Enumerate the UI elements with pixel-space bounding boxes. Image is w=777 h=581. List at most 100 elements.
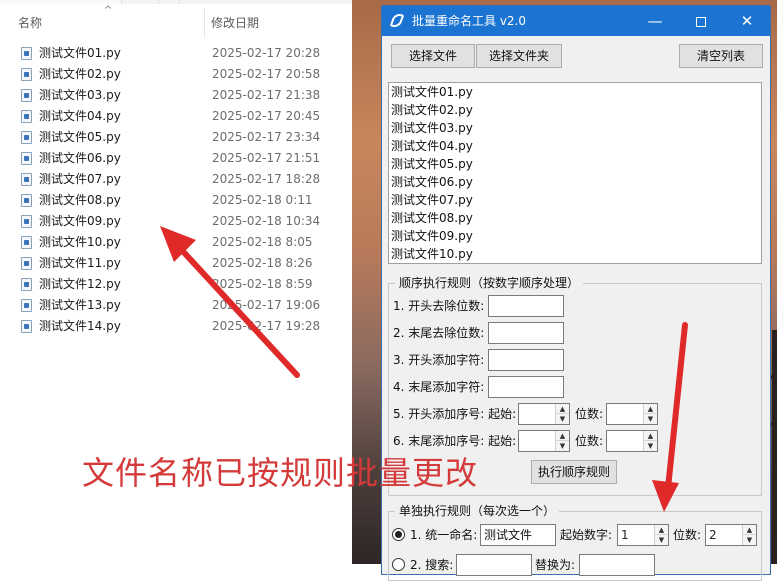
spin-up-icon[interactable]: ▲ [655,525,668,535]
spin-arrows[interactable]: ▲ ▼ [555,404,569,424]
column-header-date[interactable]: 修改日期 [211,8,351,38]
spin-down-icon[interactable]: ▼ [556,441,569,451]
python-file-icon [21,320,32,333]
prefix-seq-start-spinbox[interactable]: ▲ ▼ [518,403,570,425]
feather-app-icon [389,11,405,30]
execute-sequential-button[interactable]: 执行顺序规则 [531,460,617,484]
search-input[interactable] [456,554,532,576]
spin-down-icon[interactable]: ▼ [644,441,657,451]
maximize-button[interactable] [678,6,724,36]
column-divider[interactable] [204,8,205,38]
digits-label: 位数: [575,434,604,448]
list-item[interactable]: 测试文件05.py [389,155,761,173]
file-name: 测试文件14.py [39,319,121,333]
single-rules-group: 单独执行规则（每次选一个） 1. 统一命名: 测试文件 起始数字: 1 ▲ ▼ 位… [388,503,762,581]
python-file-icon [21,89,32,102]
python-file-icon [21,257,32,270]
file-row[interactable]: 测试文件03.py 2025-02-17 21:38 [0,85,352,106]
suffix-seq-start-spinbox[interactable]: ▲ ▼ [518,430,570,452]
spin-arrows[interactable]: ▲ ▼ [742,525,756,545]
list-item[interactable]: 测试文件09.py [389,227,761,245]
list-item[interactable]: 测试文件10.py [389,245,761,263]
file-row[interactable]: 测试文件05.py 2025-02-17 23:34 [0,127,352,148]
spin-arrows[interactable]: ▲ ▼ [555,431,569,451]
python-file-icon [21,173,32,186]
start-number-spinbox[interactable]: 1 ▲ ▼ [617,524,669,546]
list-item[interactable]: 测试文件06.py [389,173,761,191]
file-row[interactable]: 测试文件07.py 2025-02-17 18:28 [0,169,352,190]
file-row[interactable]: 测试文件04.py 2025-02-17 20:45 [0,106,352,127]
unified-name-input[interactable]: 测试文件 [480,524,556,546]
spin-up-icon[interactable]: ▲ [556,431,569,441]
list-item[interactable]: 测试文件03.py [389,119,761,137]
search-replace-radio[interactable] [392,558,405,571]
rule5-label: 5. 开头添加序号: 起始: [393,407,517,421]
file-date: 2025-02-18 10:34 [212,214,321,228]
suffix-seq-digits-spinbox[interactable]: ▲ ▼ [606,430,658,452]
rule1-label: 1. 开头去除位数: [393,299,485,313]
suffix-input[interactable] [488,376,564,398]
spin-down-icon[interactable]: ▼ [556,414,569,424]
file-date: 2025-02-17 20:58 [212,67,321,81]
close-button[interactable]: ✕ [724,6,770,36]
spin-up-icon[interactable]: ▲ [556,404,569,414]
list-item[interactable]: 测试文件07.py [389,191,761,209]
list-item[interactable]: 测试文件02.py [389,101,761,119]
column-header-name[interactable]: 名称 [18,8,203,38]
spin-arrows[interactable]: ▲ ▼ [643,431,657,451]
replace-input[interactable] [579,554,655,576]
trim-start-input[interactable] [488,295,564,317]
trim-end-input[interactable] [488,322,564,344]
file-date: 2025-02-17 19:06 [212,298,321,312]
select-files-button[interactable]: 选择文件 [391,44,475,68]
file-row[interactable]: 测试文件10.py 2025-02-18 8:05 [0,232,352,253]
spin-down-icon[interactable]: ▼ [655,535,668,545]
replace-label: 替换为: [535,558,576,572]
spin-up-icon[interactable]: ▲ [644,404,657,414]
file-row[interactable]: 测试文件12.py 2025-02-18 8:59 [0,274,352,295]
prefix-input[interactable] [488,349,564,371]
file-row[interactable]: 测试文件01.py 2025-02-17 20:28 [0,43,352,64]
select-folder-button[interactable]: 选择文件夹 [476,44,562,68]
python-file-icon [21,278,32,291]
spin-arrows[interactable]: ▲ ▼ [654,525,668,545]
minimize-button[interactable]: — [632,6,678,36]
file-row[interactable]: 测试文件06.py 2025-02-17 21:51 [0,148,352,169]
selected-files-listbox[interactable]: 测试文件01.py 测试文件02.py 测试文件03.py 测试文件04.py … [388,82,762,264]
python-file-icon [21,236,32,249]
spin-arrows[interactable]: ▲ ▼ [643,404,657,424]
file-row[interactable]: 测试文件09.py 2025-02-18 10:34 [0,211,352,232]
file-row[interactable]: 测试文件08.py 2025-02-18 0:11 [0,190,352,211]
file-row[interactable]: 测试文件02.py 2025-02-17 20:58 [0,64,352,85]
python-file-icon [21,131,32,144]
file-date: 2025-02-17 20:28 [212,46,321,60]
toolbar-strip [0,0,352,4]
title-bar[interactable]: 批量重命名工具 v2.0 — ✕ [382,6,770,36]
python-file-icon [21,299,32,312]
list-item[interactable]: 测试文件04.py [389,137,761,155]
file-name: 测试文件09.py [39,214,121,228]
prefix-seq-digits-spinbox[interactable]: ▲ ▼ [606,403,658,425]
clear-list-button[interactable]: 清空列表 [679,44,763,68]
spin-up-icon[interactable]: ▲ [743,525,756,535]
file-row[interactable]: 测试文件14.py 2025-02-17 19:28 [0,316,352,337]
file-row[interactable]: 测试文件11.py 2025-02-18 8:26 [0,253,352,274]
list-item[interactable]: 测试文件01.py [389,83,761,101]
digits-label: 位数: [673,528,702,542]
file-row[interactable]: 测试文件13.py 2025-02-17 19:06 [0,295,352,316]
toolbar-segment [158,0,180,4]
file-name: 测试文件05.py [39,130,121,144]
unified-rename-radio[interactable] [392,528,405,541]
file-name: 测试文件07.py [39,172,121,186]
file-name: 测试文件12.py [39,277,121,291]
spin-up-icon[interactable]: ▲ [644,431,657,441]
list-item[interactable]: 测试文件08.py [389,209,761,227]
file-name: 测试文件13.py [39,298,121,312]
file-date: 2025-02-17 20:45 [212,109,321,123]
spin-down-icon[interactable]: ▼ [743,535,756,545]
digits-spinbox[interactable]: 2 ▲ ▼ [705,524,757,546]
file-date: 2025-02-17 19:28 [212,319,321,333]
file-name: 测试文件11.py [39,256,121,270]
spin-down-icon[interactable]: ▼ [644,414,657,424]
file-name: 测试文件03.py [39,88,121,102]
